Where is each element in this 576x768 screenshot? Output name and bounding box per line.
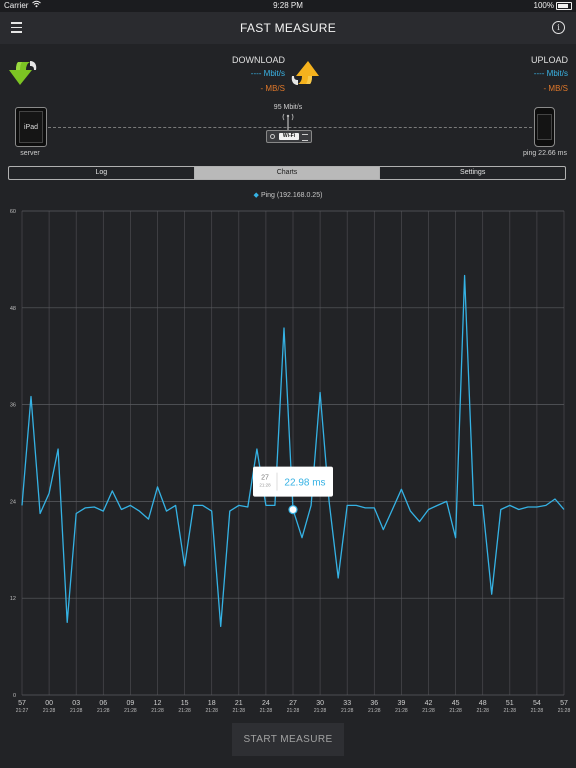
- x-tick-label: 30: [316, 700, 324, 707]
- x-tick-sublabel: 21:28: [178, 708, 191, 714]
- download-mbit-value: ---- Mbit/s: [250, 69, 285, 78]
- x-tick-label: 06: [99, 700, 107, 707]
- x-tick-label: 51: [506, 700, 514, 707]
- x-tick-sublabel: 21:28: [341, 708, 354, 714]
- server-device-label: iPad: [19, 111, 43, 143]
- x-tick-sublabel: 21:28: [70, 708, 83, 714]
- x-tick-sublabel: 21:28: [124, 708, 137, 714]
- x-tick-label: 57: [18, 700, 26, 707]
- app-title: FAST MEASURE: [239, 21, 337, 35]
- view-tabs: Log Charts Settings: [8, 166, 566, 180]
- x-tick-label: 33: [343, 700, 351, 707]
- legend-series-name: Ping (192.168.0.25): [260, 192, 323, 199]
- highlight-point: [288, 505, 298, 515]
- x-tick-sublabel: 21:28: [260, 708, 273, 714]
- x-tick-label: 42: [425, 700, 433, 707]
- upload-label: UPLOAD: [530, 55, 568, 65]
- x-tick-label: 15: [181, 700, 189, 707]
- chart-legend: ◆ Ping (192.168.0.25): [0, 191, 576, 199]
- x-tick-label: 18: [208, 700, 216, 707]
- x-tick-label: 03: [72, 700, 80, 707]
- x-tick-label: 24: [262, 700, 270, 707]
- status-time: 9:28 PM: [273, 1, 303, 10]
- y-tick-label: 12: [10, 596, 16, 602]
- x-tick-sublabel: 21:28: [368, 708, 381, 714]
- x-tick-label: 12: [154, 700, 162, 707]
- tooltip-value: 22.98 ms: [284, 478, 325, 489]
- x-tick-sublabel: 21:28: [97, 708, 110, 714]
- tab-log[interactable]: Log: [9, 167, 195, 179]
- ping-label: ping 22.66 ms: [523, 150, 567, 157]
- ping-chart: 5721:270021:280321:280621:280921:281221:…: [10, 209, 571, 714]
- y-tick-label: 36: [10, 403, 16, 409]
- client-device-icon: [534, 107, 555, 147]
- y-tick-label: 60: [10, 209, 16, 215]
- y-tick-label: 24: [10, 499, 16, 505]
- y-tick-label: 48: [10, 306, 16, 312]
- x-tick-label: 36: [370, 700, 378, 707]
- x-tick-sublabel: 21:28: [43, 708, 56, 714]
- x-tick-sublabel: 21:27: [16, 708, 29, 714]
- x-tick-label: 21: [235, 700, 243, 707]
- x-tick-sublabel: 21:28: [151, 708, 164, 714]
- router-rate: 95 Mbit/s: [273, 104, 303, 111]
- download-arrow-icon: [9, 61, 37, 85]
- x-tick-sublabel: 21:28: [287, 708, 300, 714]
- x-tick-label: 48: [479, 700, 487, 707]
- y-tick-label: 0: [13, 693, 16, 699]
- server-label: server: [20, 150, 40, 157]
- x-tick-sublabel: 21:28: [531, 708, 544, 714]
- x-tick-sublabel: 21:28: [314, 708, 327, 714]
- x-tick-label: 09: [127, 700, 135, 707]
- battery-icon: [556, 2, 572, 10]
- battery-percent: 100%: [533, 1, 554, 10]
- x-tick-label: 54: [533, 700, 541, 707]
- tooltip-time: 21:28: [259, 483, 271, 488]
- download-label: DOWNLOAD: [231, 55, 285, 65]
- server-device-icon: iPad: [15, 107, 47, 147]
- x-tick-sublabel: 21:28: [558, 708, 571, 714]
- upload-mbit-value: ---- Mbit/s: [533, 69, 568, 78]
- tooltip-tick: 27: [261, 475, 269, 482]
- nav-bar: FAST MEASURE i: [0, 12, 576, 44]
- x-tick-sublabel: 21:28: [233, 708, 246, 714]
- x-tick-label: 00: [45, 700, 53, 707]
- info-icon[interactable]: i: [552, 21, 565, 34]
- upload-mbs-value: - MB/S: [543, 84, 568, 93]
- x-tick-label: 45: [452, 700, 460, 707]
- router-icon: Wi-Fi: [266, 130, 312, 143]
- tab-settings[interactable]: Settings: [380, 167, 565, 179]
- x-tick-sublabel: 21:28: [449, 708, 462, 714]
- router-wifi-tag: Wi-Fi: [279, 132, 299, 140]
- x-tick-sublabel: 21:28: [422, 708, 435, 714]
- measure-panel: DOWNLOAD ---- Mbit/s - MB/S UPLOAD ---- …: [0, 44, 576, 164]
- start-measure-button[interactable]: START MEASURE: [232, 723, 344, 756]
- x-tick-sublabel: 21:28: [205, 708, 218, 714]
- x-tick-sublabel: 21:28: [504, 708, 517, 714]
- upload-arrow-icon: [291, 61, 319, 85]
- router-antenna-icon: [282, 113, 294, 130]
- x-tick-label: 57: [560, 700, 568, 707]
- legend-swatch-icon: ◆: [253, 192, 259, 199]
- x-tick-sublabel: 21:28: [395, 708, 408, 714]
- x-tick-label: 39: [398, 700, 406, 707]
- x-tick-sublabel: 21:28: [476, 708, 489, 714]
- tab-charts[interactable]: Charts: [194, 167, 381, 179]
- download-mbs-value: - MB/S: [260, 84, 285, 93]
- status-bar: Carrier 9:28 PM 100%: [0, 0, 576, 12]
- x-tick-label: 27: [289, 700, 297, 707]
